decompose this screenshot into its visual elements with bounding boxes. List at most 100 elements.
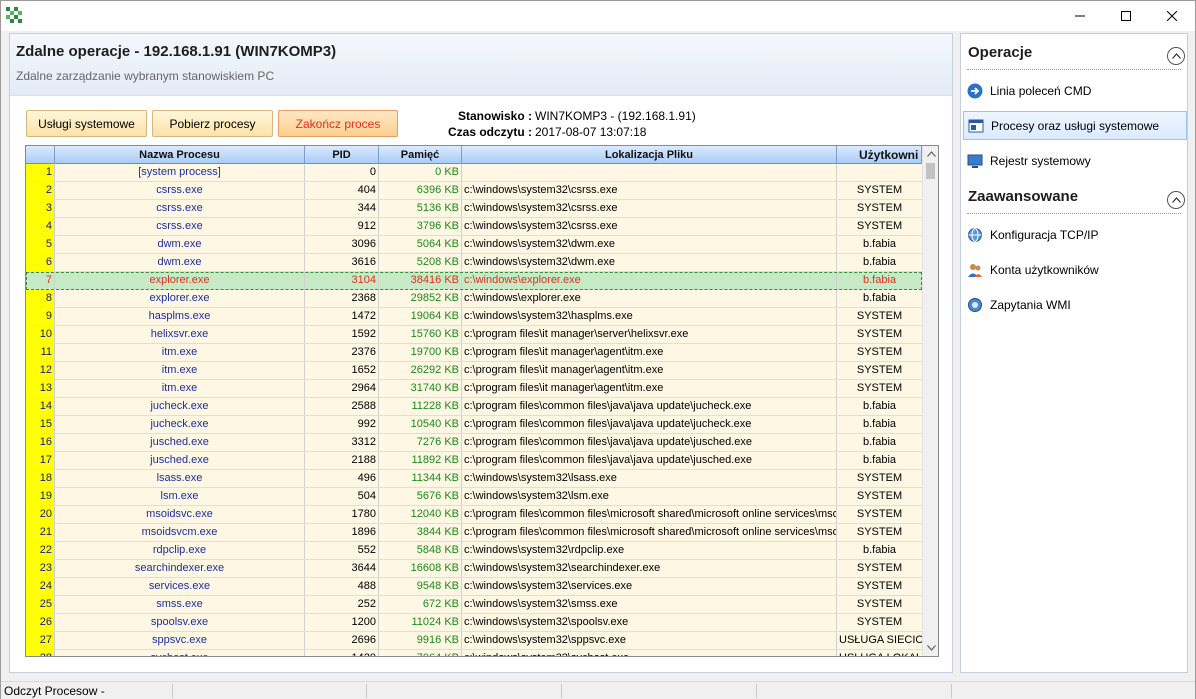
- table-row[interactable]: 20 msoidsvc.exe 1780 12040 KB c:\program fil…: [26, 506, 922, 524]
- table-row[interactable]: 21 msoidsvcm.exe 1896 3844 KB c:\program fil…: [26, 524, 922, 542]
- table-row[interactable]: 11 itm.exe 2376 19700 KB c:\program files\it…: [26, 344, 922, 362]
- minimize-button[interactable]: [1057, 1, 1103, 31]
- row-index: 9: [26, 308, 55, 325]
- collapse-operations-icon[interactable]: [1167, 47, 1185, 65]
- process-path: c:\windows\system32\sppsvc.exe: [462, 632, 837, 649]
- process-path: c:\program files\it manager\agent\itm.ex…: [462, 380, 837, 397]
- table-row[interactable]: 8 explorer.exe 2368 29852 KB c:\windows\expl…: [26, 290, 922, 308]
- sidebar-item-wmi[interactable]: Zapytania WMI: [963, 290, 1187, 319]
- process-user: SYSTEM: [856, 616, 903, 628]
- process-path: c:\program files\common files\java\java …: [462, 416, 837, 433]
- process-memory: 26292 KB: [379, 362, 462, 379]
- col-header-name[interactable]: Nazwa Procesu: [55, 146, 305, 164]
- col-header-pid[interactable]: PID: [305, 146, 379, 164]
- process-memory: 38416 KB: [379, 272, 462, 289]
- process-pid: 344: [305, 200, 379, 217]
- table-row[interactable]: 12 itm.exe 1652 26292 KB c:\program files\it…: [26, 362, 922, 380]
- table-row[interactable]: 6 dwm.exe 3616 5208 KB c:\windows\system32\d…: [26, 254, 922, 272]
- row-index: 21: [26, 524, 55, 541]
- table-row[interactable]: 7 explorer.exe 3104 38416 KB c:\windows\expl…: [26, 272, 922, 290]
- table-row[interactable]: 19 lsm.exe 504 5676 KB c:\windows\system32\l…: [26, 488, 922, 506]
- station-label: Stanowisko :: [457, 109, 532, 123]
- table-row[interactable]: 14 jucheck.exe 2588 11228 KB c:\program file…: [26, 398, 922, 416]
- process-name: csrss.exe: [55, 200, 305, 217]
- services-button[interactable]: Usługi systemowe: [26, 110, 147, 137]
- table-row[interactable]: 24 services.exe 488 9548 KB c:\windows\syste…: [26, 578, 922, 596]
- section-title-operations: Operacje: [968, 44, 1033, 61]
- table-row[interactable]: 5 dwm.exe 3096 5064 KB c:\windows\system32\d…: [26, 236, 922, 254]
- page-subtitle: Zdalne zarządzanie wybranym stanowiskiem…: [16, 69, 275, 83]
- fetch-processes-button[interactable]: Pobierz procesy: [152, 110, 273, 137]
- scroll-down-icon[interactable]: [923, 640, 938, 656]
- process-path: c:\windows\system32\dwm.exe: [462, 254, 837, 271]
- sidebar-item-cmd[interactable]: Linia poleceń CMD: [963, 76, 1187, 105]
- sidebar-item-label: Konta użytkowników: [990, 262, 1099, 277]
- process-name: spoolsv.exe: [55, 614, 305, 631]
- process-name: csrss.exe: [55, 218, 305, 235]
- col-header-path[interactable]: Lokalizacja Pliku: [462, 146, 837, 164]
- row-index: 26: [26, 614, 55, 631]
- process-user: SYSTEM: [856, 472, 903, 484]
- row-index: 10: [26, 326, 55, 343]
- close-button[interactable]: [1149, 1, 1195, 31]
- sidebar-item-registry[interactable]: Rejestr systemowy: [963, 146, 1187, 175]
- sidebar-item-label: Konfiguracja TCP/IP: [990, 227, 1099, 242]
- maximize-button[interactable]: [1103, 1, 1149, 31]
- process-memory: 11344 KB: [379, 470, 462, 487]
- process-path: c:\windows\system32\rdpclip.exe: [462, 542, 837, 559]
- row-index: 27: [26, 632, 55, 649]
- table-row[interactable]: 16 jusched.exe 3312 7276 KB c:\program files…: [26, 434, 922, 452]
- table-row[interactable]: 25 smss.exe 252 672 KB c:\windows\system32\s…: [26, 596, 922, 614]
- grid-vertical-scrollbar[interactable]: [922, 146, 938, 656]
- process-pid: 404: [305, 182, 379, 199]
- table-row[interactable]: 23 searchindexer.exe 3644 16608 KB c:\window…: [26, 560, 922, 578]
- process-memory: 12040 KB: [379, 506, 462, 523]
- process-name: searchindexer.exe: [55, 560, 305, 577]
- process-user: SYSTEM: [856, 382, 903, 394]
- row-index: 16: [26, 434, 55, 451]
- grid-header: Nazwa Procesu PID Pamięć Lokalizacja Pli…: [26, 146, 938, 164]
- row-index: 11: [26, 344, 55, 361]
- sidebar-item-accounts[interactable]: Konta użytkowników: [963, 255, 1187, 284]
- scroll-thumb[interactable]: [926, 163, 935, 179]
- col-header-user[interactable]: Użytkowni: [837, 146, 922, 164]
- table-row[interactable]: 18 lsass.exe 496 11344 KB c:\windows\system3…: [26, 470, 922, 488]
- table-row[interactable]: 2 csrss.exe 404 6396 KB c:\windows\system32\…: [26, 182, 922, 200]
- section-divider: [967, 69, 1181, 70]
- kill-process-button[interactable]: Zakończ proces: [278, 110, 398, 137]
- row-index: 15: [26, 416, 55, 433]
- table-row[interactable]: 28svchost.exe14207064 KBc:\windows\syste…: [26, 650, 922, 656]
- process-grid[interactable]: Nazwa Procesu PID Pamięć Lokalizacja Pli…: [25, 145, 939, 657]
- table-row[interactable]: 3 csrss.exe 344 5136 KB c:\windows\system32\…: [26, 200, 922, 218]
- col-header-index[interactable]: [26, 146, 55, 164]
- process-pid: 252: [305, 596, 379, 613]
- table-row[interactable]: 4 csrss.exe 912 3796 KB c:\windows\system32\…: [26, 218, 922, 236]
- table-row[interactable]: 13 itm.exe 2964 31740 KB c:\program files\it…: [26, 380, 922, 398]
- process-path: c:\windows\system32\services.exe: [462, 578, 837, 595]
- sidebar-item-processes[interactable]: Procesy oraz usługi systemowe: [963, 111, 1187, 140]
- table-row[interactable]: 26 spoolsv.exe 1200 11024 KB c:\windows\syst…: [26, 614, 922, 632]
- maximize-icon: [1121, 11, 1131, 21]
- collapse-advanced-icon[interactable]: [1167, 191, 1185, 209]
- table-row[interactable]: 27 sppsvc.exe 2696 9916 KB c:\windows\system…: [26, 632, 922, 650]
- row-index: 28: [26, 650, 55, 656]
- table-row[interactable]: 1 [system process] 0 0 KB: [26, 164, 922, 182]
- table-row[interactable]: 22 rdpclip.exe 552 5848 KB c:\windows\system…: [26, 542, 922, 560]
- process-pid: 3312: [305, 434, 379, 451]
- scroll-up-icon[interactable]: [923, 146, 938, 162]
- table-row[interactable]: 15 jucheck.exe 992 10540 KB c:\program files…: [26, 416, 922, 434]
- process-path: c:\program files\it manager\agent\itm.ex…: [462, 344, 837, 361]
- sidebar-item-label: Linia poleceń CMD: [990, 83, 1092, 98]
- row-index: 2: [26, 182, 55, 199]
- col-header-memory[interactable]: Pamięć: [379, 146, 462, 164]
- status-divider: [951, 684, 952, 698]
- table-row[interactable]: 9 hasplms.exe 1472 19064 KB c:\windows\syste…: [26, 308, 922, 326]
- process-path: c:\program files\it manager\agent\itm.ex…: [462, 362, 837, 379]
- process-memory: 9916 KB: [379, 632, 462, 649]
- sidebar-item-tcpip[interactable]: Konfiguracja TCP/IP: [963, 220, 1187, 249]
- table-row[interactable]: 17 jusched.exe 2188 11892 KB c:\program file…: [26, 452, 922, 470]
- process-name: itm.exe: [55, 344, 305, 361]
- row-index: 14: [26, 398, 55, 415]
- table-row[interactable]: 10 helixsvr.exe 1592 15760 KB c:\program fil…: [26, 326, 922, 344]
- page-title: Zdalne operacje - 192.168.1.91 (WIN7KOMP…: [16, 43, 337, 60]
